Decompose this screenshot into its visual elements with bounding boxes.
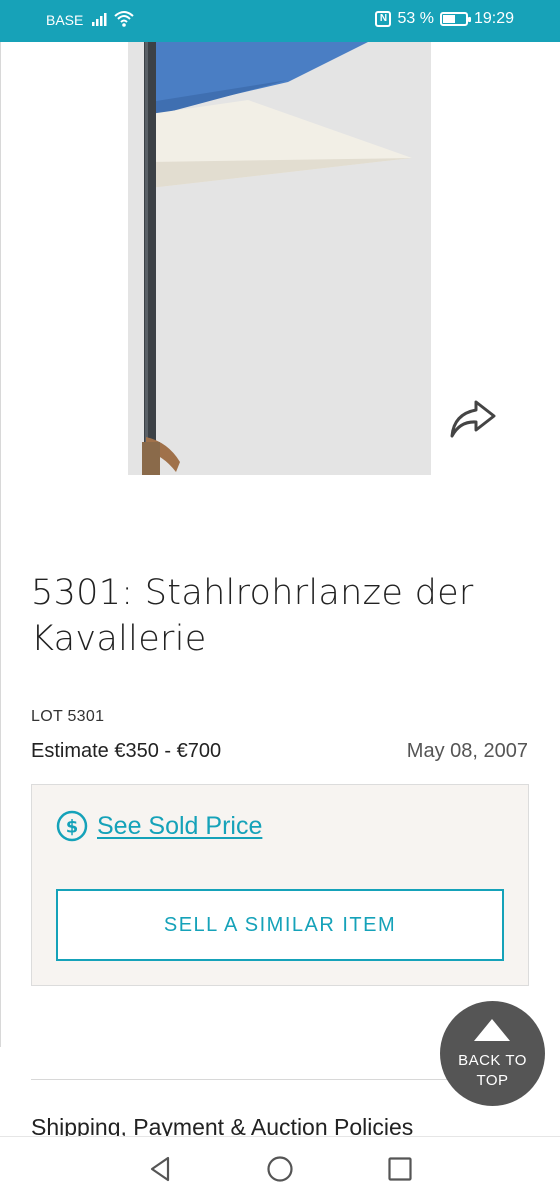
wifi-icon — [114, 10, 134, 32]
nfc-icon: N — [375, 11, 392, 27]
estimate: Estimate €350 - €700 — [31, 740, 222, 762]
carrier-label: BASE — [46, 12, 84, 28]
clock: 19:29 — [473, 10, 514, 27]
lot-image[interactable] — [128, 42, 431, 475]
recents-icon[interactable] — [386, 1155, 414, 1183]
signal-icon — [92, 12, 110, 30]
status-bar: BASE N 53 % 19:29 — [0, 0, 560, 42]
status-right-group: N 53 % 19:29 — [375, 10, 514, 28]
share-icon[interactable] — [446, 396, 500, 442]
see-sold-price-label[interactable]: See Sold Price — [97, 812, 262, 841]
up-arrow-icon — [474, 1019, 510, 1041]
battery-percent: 53 % — [397, 10, 434, 27]
sold-price-panel: $ See Sold Price SELL A SIMILAR ITEM — [31, 784, 529, 986]
see-sold-price-link[interactable]: $ See Sold Price — [56, 810, 262, 842]
navigation-bar — [0, 1136, 560, 1200]
dollar-icon: $ — [56, 810, 88, 842]
left-border — [0, 42, 1, 1047]
back-icon[interactable] — [146, 1155, 174, 1183]
battery-icon — [439, 12, 471, 26]
policies-heading[interactable]: Shipping, Payment & Auction Policies — [31, 1114, 413, 1136]
sale-date: May 08, 2007 — [406, 740, 528, 762]
back-to-top-label: BACK TO TOP — [458, 1052, 527, 1089]
home-icon[interactable] — [266, 1155, 294, 1183]
back-to-top-button[interactable]: BACK TO TOP — [440, 1001, 545, 1106]
svg-text:$: $ — [66, 817, 79, 838]
lot-title: 5301: Stahlrohrlanze der Kavallerie — [31, 573, 474, 659]
lance-pennant-image — [128, 42, 431, 475]
lot-number: LOT 5301 — [31, 708, 105, 725]
sell-similar-item-button[interactable]: SELL A SIMILAR ITEM — [56, 889, 504, 961]
